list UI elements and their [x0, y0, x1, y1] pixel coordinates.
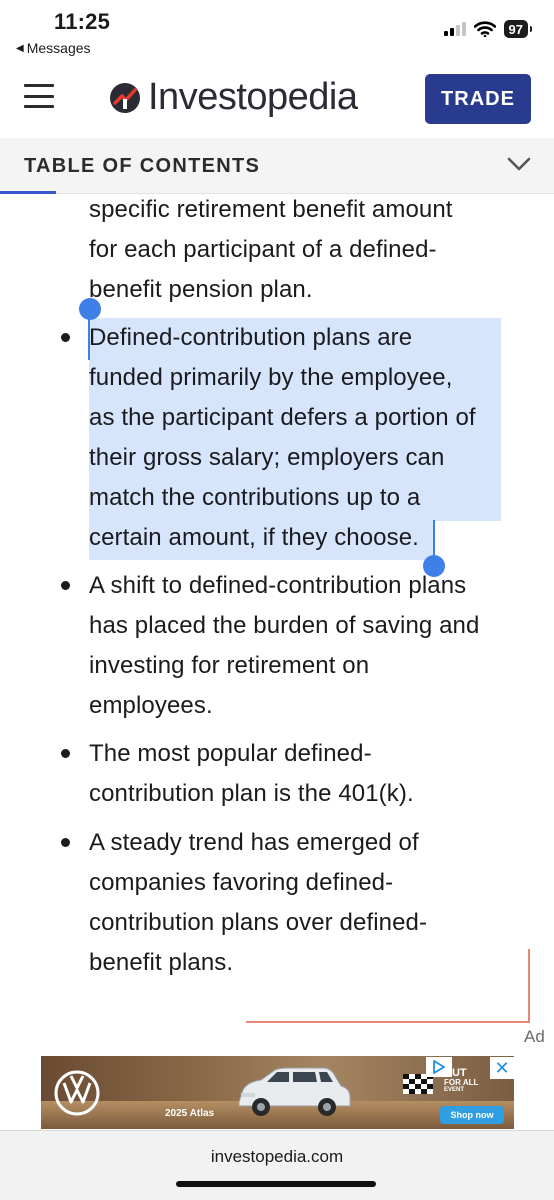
bullet-4-line: companies favoring defined-: [89, 869, 394, 896]
intro-line: specific retirement benefit amount: [89, 196, 453, 223]
checkered-flag-icon: [403, 1074, 433, 1094]
bullet-4-line: A steady trend has emerged of: [89, 829, 419, 856]
site-header: Investopedia TRADE: [0, 62, 554, 138]
ad-frame-border: [528, 949, 530, 1022]
back-to-messages[interactable]: ◀ Messages: [16, 40, 91, 56]
trade-button[interactable]: TRADE: [425, 74, 531, 124]
table-of-contents-bar[interactable]: TABLE OF CONTENTS: [0, 138, 554, 194]
battery-icon: 97: [503, 20, 533, 38]
volkswagen-logo-icon: [54, 1070, 100, 1116]
logo-text: Investopedia: [148, 76, 358, 118]
article-body: specific retirement benefit amount for e…: [0, 194, 554, 1029]
bullet-point: [61, 838, 70, 847]
intro-line: for each participant of a defined-: [89, 236, 437, 263]
intro-line: benefit pension plan.: [89, 276, 313, 303]
status-time: 11:25: [54, 9, 111, 34]
ad-shop-now-button[interactable]: Shop now: [440, 1106, 504, 1124]
ad-close-icon[interactable]: ✕: [490, 1057, 514, 1079]
bullet-4-line: benefit plans.: [89, 949, 234, 976]
toc-label: TABLE OF CONTENTS: [24, 155, 261, 177]
signal-icon: [443, 22, 466, 36]
browser-address-bar[interactable]: investopedia.com: [0, 1130, 554, 1200]
wifi-icon: [473, 21, 496, 37]
bullet-2-line: investing for retirement on: [89, 652, 370, 679]
suv-car-icon: [238, 1067, 351, 1116]
bullet-point: [61, 749, 70, 758]
home-indicator[interactable]: [176, 1181, 376, 1187]
bullet-1-line[interactable]: match the contributions up to a: [89, 478, 420, 518]
selection-start-handle[interactable]: [79, 298, 101, 320]
bullet-1-line[interactable]: funded primarily by the employee,: [89, 358, 453, 398]
bullet-2-line: A shift to defined-contribution plans: [89, 572, 467, 599]
bullet-1-line[interactable]: as the participant defers a portion of: [89, 398, 476, 438]
status-bar: 11:25 ◀ Messages 97: [0, 0, 554, 62]
ad-choices-icon[interactable]: [426, 1057, 452, 1077]
bullet-4-line: contribution plans over defined-: [89, 909, 428, 936]
bullet-3-line: The most popular defined-: [89, 740, 372, 767]
investopedia-logo[interactable]: Investopedia: [108, 76, 358, 119]
bullet-point: [61, 581, 70, 590]
ad-label: Ad: [524, 1027, 545, 1046]
chevron-down-icon[interactable]: [506, 152, 532, 176]
status-icons: 97: [443, 20, 533, 38]
bullet-point: [61, 333, 70, 342]
bullet-2-line: employees.: [89, 692, 213, 719]
back-app-label: Messages: [26, 40, 91, 56]
bullet-3-line: contribution plan is the 401(k).: [89, 780, 414, 807]
hamburger-icon[interactable]: [24, 84, 54, 108]
ad-frame-border: [246, 1021, 530, 1023]
back-arrow-icon: ◀: [16, 42, 24, 54]
selection-start-caret: [88, 314, 90, 360]
bullet-1-line[interactable]: Defined-contribution plans are: [89, 318, 412, 358]
url-text[interactable]: investopedia.com: [0, 1147, 554, 1167]
ad-model-name: 2025 Atlas: [165, 1108, 215, 1119]
logo-mark-icon: [110, 82, 140, 113]
bullet-1-line[interactable]: their gross salary; employers can: [89, 438, 444, 478]
bullet-1-line[interactable]: certain amount, if they choose.: [89, 518, 419, 558]
bullet-2-line: has placed the burden of saving and: [89, 612, 480, 639]
